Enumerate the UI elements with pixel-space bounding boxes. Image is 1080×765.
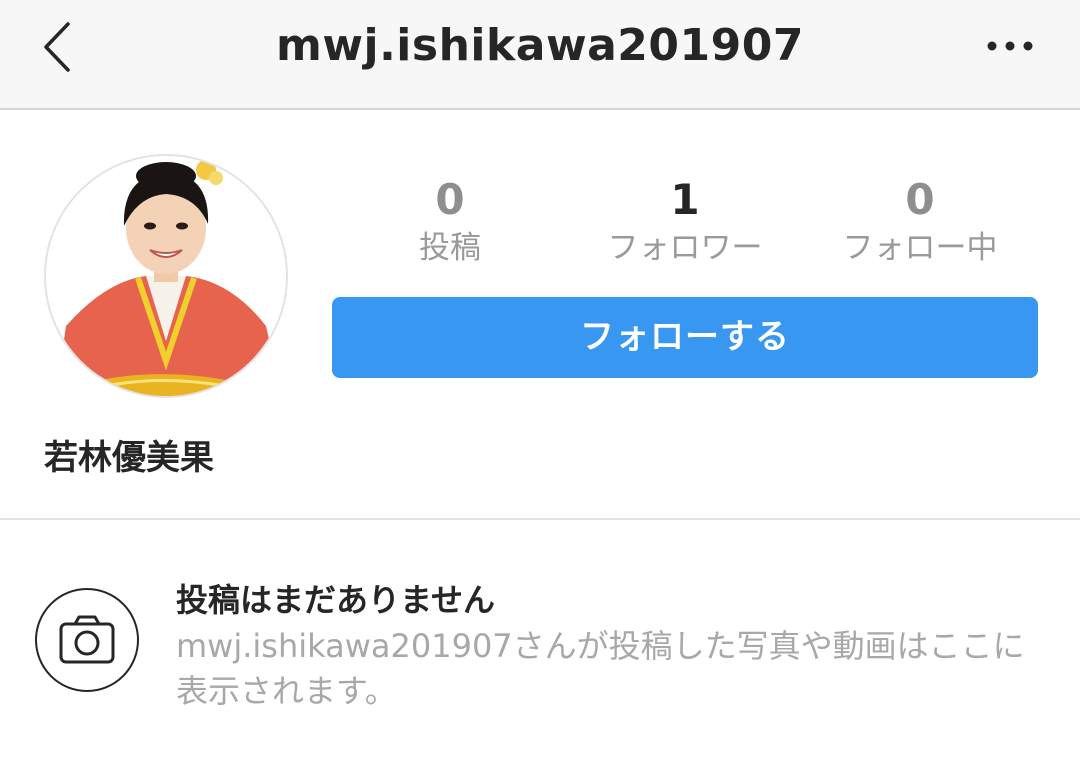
avatar[interactable] bbox=[44, 154, 288, 398]
empty-state-description: mwj.ishikawa201907さんが投稿した写真や動画はここに表示されます… bbox=[176, 627, 1025, 710]
posts-label: 投稿 bbox=[419, 230, 481, 266]
top-nav-bar: mwj.ishikawa201907 bbox=[0, 0, 1080, 110]
profile-screen: mwj.ishikawa201907 0 投稿 1 フォロワー 0 フォロー中 … bbox=[0, 0, 1080, 765]
section-divider bbox=[0, 518, 1080, 520]
display-name: 若林優美果 bbox=[44, 438, 214, 478]
followers-label: フォロワー bbox=[607, 230, 763, 266]
more-options-button[interactable] bbox=[980, 28, 1040, 64]
more-horizontal-icon bbox=[987, 41, 1033, 51]
posts-count: 0 bbox=[435, 175, 465, 224]
profile-photo bbox=[46, 156, 286, 396]
follow-button[interactable]: フォローする bbox=[332, 297, 1038, 378]
camera-icon bbox=[59, 615, 115, 664]
stat-posts: 0 投稿 bbox=[350, 174, 550, 268]
followers-count: 1 bbox=[670, 175, 700, 224]
following-label: フォロー中 bbox=[842, 230, 998, 266]
empty-state-title: 投稿はまだありません bbox=[176, 581, 496, 619]
following-count: 0 bbox=[905, 175, 935, 224]
page-title: mwj.ishikawa201907 bbox=[276, 20, 804, 71]
camera-icon-circle bbox=[35, 588, 139, 692]
stat-followers[interactable]: 1 フォロワー bbox=[585, 174, 785, 268]
stat-following[interactable]: 0 フォロー中 bbox=[820, 174, 1020, 268]
